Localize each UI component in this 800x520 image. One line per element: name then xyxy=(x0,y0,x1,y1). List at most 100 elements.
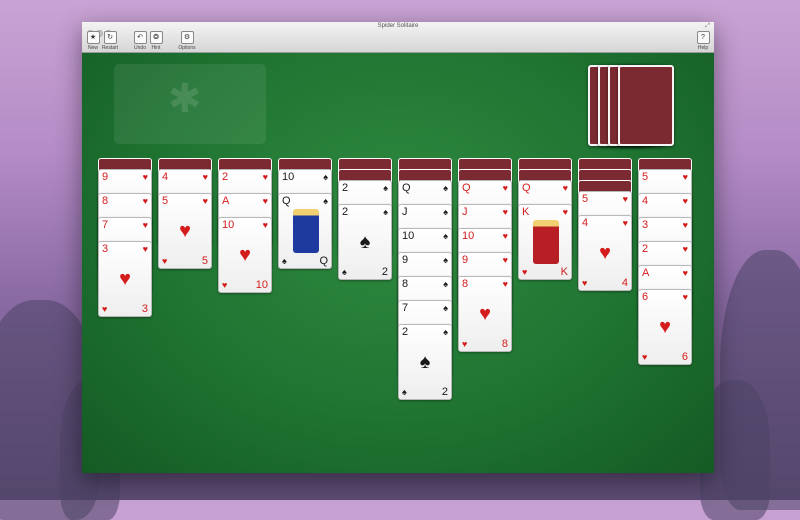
playing-card[interactable]: 4 ♥ ♥ 4 ♥ xyxy=(578,215,632,291)
playing-card[interactable]: 6 ♥ ♥ 6 ♥ xyxy=(638,289,692,365)
card-suit-icon: ♠ xyxy=(443,327,448,337)
hint-button[interactable]: ❂ Hint xyxy=(145,31,167,51)
fullscreen-icon[interactable]: ⤢ xyxy=(705,23,710,30)
card-rank: 5 xyxy=(582,193,589,205)
hint-label: Hint xyxy=(151,45,161,51)
card-rank: 4 xyxy=(162,171,169,183)
foundation-area: ✱ xyxy=(114,64,266,144)
stock-card[interactable] xyxy=(618,65,674,146)
playing-card[interactable]: Q ♠ Q ♠ xyxy=(278,193,332,269)
card-suit-icon: ♥ xyxy=(142,172,148,182)
card-rank: J xyxy=(402,206,408,218)
card-rank: 7 xyxy=(402,302,409,314)
card-suit-icon: ♠ xyxy=(323,196,328,206)
help-label: Help xyxy=(697,45,709,51)
card-rank: K xyxy=(522,206,530,218)
card-suit-icon: ♥ xyxy=(682,244,688,254)
card-rank-bottom: K xyxy=(560,266,568,278)
card-rank-bottom: 2 xyxy=(441,386,448,398)
card-suit-bottom-icon: ♥ xyxy=(642,352,648,362)
card-suit-bottom-icon: ♥ xyxy=(522,267,528,277)
card-suit-icon: ♥ xyxy=(142,244,148,254)
court-figure xyxy=(293,209,319,253)
card-suit-icon: ♥ xyxy=(562,183,568,193)
card-suit-icon: ♥ xyxy=(262,220,268,230)
game-table: ✱ ✱ 9♥8♥7♥3♥♥3♥4♥5♥♥5♥2♥A♥10♥♥10♥10♠Q♠Q♠… xyxy=(82,53,714,473)
card-suit-icon: ♥ xyxy=(202,172,208,182)
card-rank: Q xyxy=(522,182,531,194)
restart-label: Restart xyxy=(101,45,119,51)
card-suit-icon: ♥ xyxy=(682,220,688,230)
card-rank: 10 xyxy=(282,171,295,183)
card-rank-bottom: 3 xyxy=(141,303,148,315)
hint-icon: ❂ xyxy=(149,31,163,44)
card-center-suit-icon: ♥ xyxy=(479,303,491,325)
card-rank: 4 xyxy=(582,217,589,229)
card-suit-bottom-icon: ♠ xyxy=(282,256,287,266)
card-suit-bottom-icon: ♥ xyxy=(222,280,228,290)
card-suit-icon: ♠ xyxy=(443,255,448,265)
card-rank-bottom: 6 xyxy=(681,351,688,363)
card-rank: 8 xyxy=(462,278,469,290)
card-rank: 9 xyxy=(402,254,409,266)
card-suit-icon: ♠ xyxy=(383,183,388,193)
card-center-suit-icon: ♠ xyxy=(359,231,371,253)
card-center-suit-icon: ♥ xyxy=(119,268,131,290)
card-suit-icon: ♠ xyxy=(383,207,388,217)
card-suit-icon: ♥ xyxy=(502,255,508,265)
card-rank: 5 xyxy=(642,171,649,183)
playing-card[interactable]: 2 ♠ ♠ 2 ♠ xyxy=(398,324,452,400)
card-rank: 10 xyxy=(402,230,415,242)
card-suit-icon: ♥ xyxy=(502,207,508,217)
card-suit-icon: ♥ xyxy=(502,231,508,241)
help-icon: ? xyxy=(696,31,710,44)
card-rank-bottom: Q xyxy=(319,255,328,267)
playing-card[interactable]: 2 ♠ ♠ 2 ♠ xyxy=(338,204,392,280)
card-rank: A xyxy=(222,195,230,207)
restart-button[interactable]: ↻ Restart xyxy=(99,31,121,51)
card-suit-icon: ♥ xyxy=(262,172,268,182)
title-bar: Spider Solitaire ⤢ ★ New ↻ Restart ↶ Und… xyxy=(82,22,714,53)
options-label: Options xyxy=(178,45,196,51)
card-rank: 3 xyxy=(102,243,109,255)
card-rank: 2 xyxy=(222,171,229,183)
card-suit-bottom-icon: ♠ xyxy=(342,267,347,277)
card-suit-icon: ♥ xyxy=(262,196,268,206)
playing-card[interactable]: 3 ♥ ♥ 3 ♥ xyxy=(98,241,152,317)
playing-card[interactable]: 8 ♥ ♥ 8 ♥ xyxy=(458,276,512,352)
game-window: Spider Solitaire ⤢ ★ New ↻ Restart ↶ Und… xyxy=(82,22,714,473)
card-rank: 2 xyxy=(642,243,649,255)
card-rank: 8 xyxy=(102,195,109,207)
playing-card[interactable]: 10 ♥ ♥ 10 ♥ xyxy=(218,217,272,293)
card-center-suit-icon: ♥ xyxy=(659,316,671,338)
card-center-suit-icon: ♥ xyxy=(239,244,251,266)
restart-icon: ↻ xyxy=(103,31,117,44)
card-rank: 7 xyxy=(102,219,109,231)
card-rank: 10 xyxy=(462,230,475,242)
card-rank: 10 xyxy=(222,219,235,231)
card-rank: 2 xyxy=(402,326,409,338)
help-button[interactable]: ? Help xyxy=(692,31,714,51)
gear-icon: ⚙ xyxy=(180,31,194,44)
card-rank: Q xyxy=(282,195,291,207)
options-button[interactable]: ⚙ Options xyxy=(176,31,198,51)
card-rank: 5 xyxy=(162,195,169,207)
card-rank: J xyxy=(462,206,468,218)
card-suit-icon: ♥ xyxy=(682,292,688,302)
card-suit-bottom-icon: ♠ xyxy=(402,387,407,397)
card-rank: Q xyxy=(402,182,411,194)
playing-card[interactable]: K ♥ K ♥ xyxy=(518,204,572,280)
card-suit-bottom-icon: ♥ xyxy=(162,256,168,266)
card-suit-bottom-icon: ♥ xyxy=(582,278,588,288)
window-title: Spider Solitaire xyxy=(377,23,419,29)
card-rank: 8 xyxy=(402,278,409,290)
card-suit-icon: ♠ xyxy=(323,172,328,182)
card-suit-icon: ♠ xyxy=(443,183,448,193)
card-center-suit-icon: ♥ xyxy=(599,242,611,264)
card-suit-icon: ♥ xyxy=(202,196,208,206)
card-rank: 2 xyxy=(342,182,349,194)
playing-card[interactable]: 5 ♥ ♥ 5 ♥ xyxy=(158,193,212,269)
card-rank: 3 xyxy=(642,219,649,231)
court-figure xyxy=(533,220,559,264)
card-rank-bottom: 2 xyxy=(381,266,388,278)
